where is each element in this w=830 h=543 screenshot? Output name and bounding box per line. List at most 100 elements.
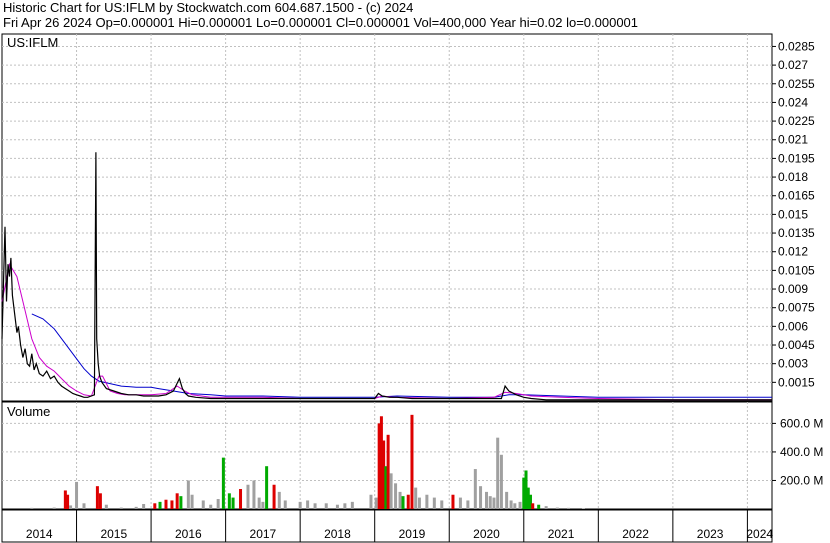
volume-bar [496, 437, 500, 509]
volume-bar [164, 499, 168, 509]
volume-bar [313, 503, 317, 509]
price-tick-label: 0.015 [778, 207, 808, 221]
volume-bar [458, 497, 462, 509]
volume-bar [451, 494, 455, 509]
volume-bar [537, 504, 541, 509]
volume-bar [544, 506, 548, 509]
volume-bar [567, 507, 571, 509]
volume-bar [265, 466, 269, 509]
volume-bar [179, 496, 183, 509]
volume-bar [335, 504, 339, 509]
stock-chart: Historic Chart for US:IFLM by Stockwatch… [0, 0, 830, 543]
volume-bar [479, 486, 483, 509]
chart-header-line1: Historic Chart for US:IFLM by Stockwatch… [3, 0, 413, 15]
volume-bar [499, 454, 503, 509]
volume-bar [277, 491, 281, 509]
volume-bar [69, 505, 73, 509]
volume-bar [531, 503, 535, 509]
volume-bar [186, 480, 190, 509]
volume-bar [98, 493, 102, 509]
volume-bar [142, 504, 146, 509]
volume-bar [505, 491, 509, 509]
volume-bar [95, 486, 99, 509]
price-tick-label: 0.0255 [778, 77, 815, 91]
volume-bar [410, 414, 414, 509]
price-tick-label: 0.0195 [778, 151, 815, 165]
year-label: 2017 [250, 527, 277, 541]
volume-bar [417, 497, 421, 509]
volume-bar [350, 501, 354, 509]
volume-bar [386, 434, 390, 509]
price-tick-label: 0.021 [778, 133, 808, 147]
price-tick-label: 0.0105 [778, 263, 815, 277]
volume-bar [221, 457, 225, 509]
volume-bar [555, 507, 559, 509]
year-label: 2016 [175, 527, 202, 541]
volume-bar [473, 469, 477, 509]
volume-bar [518, 501, 522, 509]
volume-bar [398, 491, 402, 509]
price-tick-label: 0.024 [778, 95, 808, 109]
volume-tick-label: 400.0 M [780, 445, 823, 459]
volume-tick-label: 600.0 M [780, 416, 823, 430]
price-tick-label: 0.0285 [778, 39, 815, 53]
year-label: 2022 [622, 527, 649, 541]
volume-bar [306, 500, 310, 509]
volume-bar [216, 499, 220, 509]
year-label: 2021 [548, 527, 575, 541]
price-tick-label: 0.0075 [778, 301, 815, 315]
year-label: 2020 [473, 527, 500, 541]
volume-bar [440, 500, 444, 509]
price-tick-label: 0.0015 [778, 375, 815, 389]
volume-bar [343, 503, 347, 509]
volume-bar [175, 493, 179, 509]
volume-bar [283, 500, 287, 509]
volume-bar [374, 497, 378, 509]
price-tick-label: 0.009 [778, 282, 808, 296]
volume-bar [239, 489, 243, 509]
volume-bar [414, 487, 418, 509]
price-tick-label: 0.027 [778, 58, 808, 72]
volume-bar [246, 484, 250, 509]
volume-bar [324, 503, 328, 509]
volume-bar [272, 484, 276, 509]
volume-bar [190, 494, 194, 509]
volume-bar [513, 503, 517, 509]
volume-bar [119, 507, 123, 509]
volume-tick-label: 200.0 M [780, 473, 823, 487]
volume-bar [82, 503, 86, 509]
volume-bar [257, 497, 261, 509]
price-panel [1, 33, 773, 402]
price-tick-label: 0.012 [778, 245, 808, 259]
price-tick-label: 0.0225 [778, 114, 815, 128]
volume-bar [298, 501, 302, 509]
volume-bar [401, 496, 405, 509]
volume-bar [488, 496, 492, 509]
volume-bar [153, 503, 157, 509]
volume-bar [425, 494, 429, 509]
year-label: 2014 [26, 527, 53, 541]
volume-bar [75, 481, 79, 509]
volume-bar [201, 500, 205, 509]
volume-label: Volume [7, 404, 50, 419]
volume-bar [389, 473, 393, 509]
price-tick-label: 0.0045 [778, 338, 815, 352]
price-tick-label: 0.018 [778, 170, 808, 184]
volume-bar [466, 500, 470, 509]
volume-bar [209, 504, 213, 509]
volume-bar [134, 506, 138, 509]
year-label: 2024 [746, 527, 773, 541]
year-label: 2023 [697, 527, 724, 541]
price-tick-label: 0.006 [778, 319, 808, 333]
volume-bar [432, 497, 436, 509]
price-tick-label: 0.0165 [778, 189, 815, 203]
volume-bar [66, 494, 70, 509]
volume-bar [231, 497, 235, 509]
volume-bar [406, 494, 410, 509]
volume-bar [227, 493, 231, 509]
volume-bar [369, 494, 373, 509]
volume-bar [158, 501, 162, 509]
year-label: 2018 [324, 527, 351, 541]
year-label: 2019 [399, 527, 426, 541]
volume-bar [261, 501, 265, 509]
